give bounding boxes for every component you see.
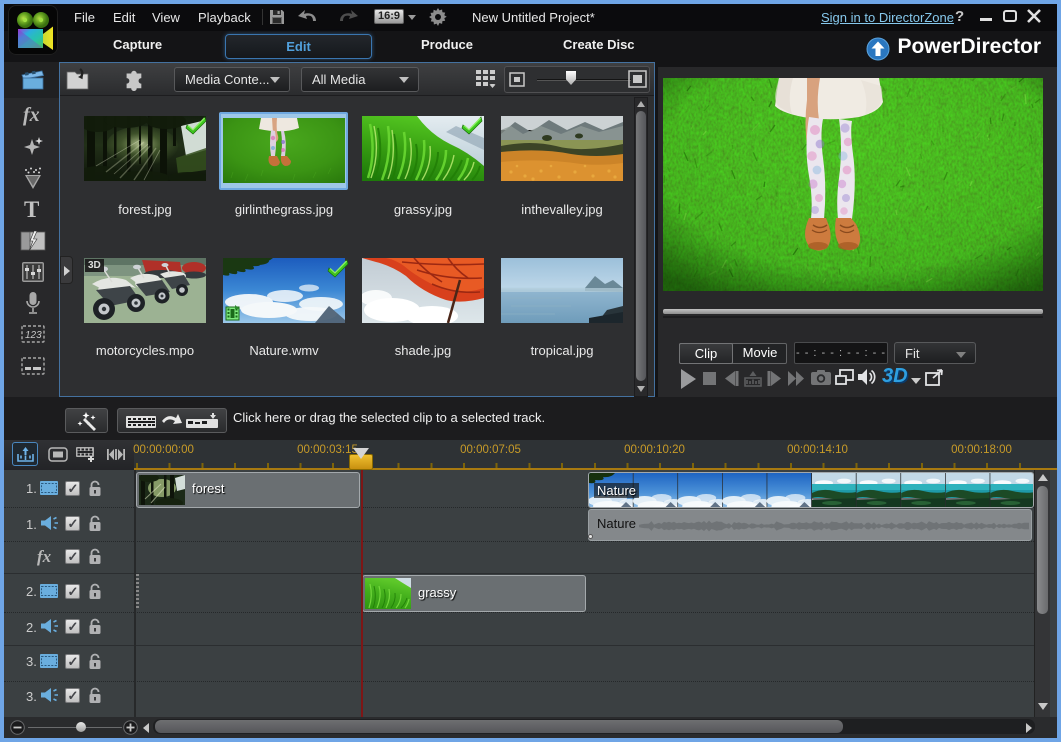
svg-text:123: 123 <box>25 330 42 341</box>
